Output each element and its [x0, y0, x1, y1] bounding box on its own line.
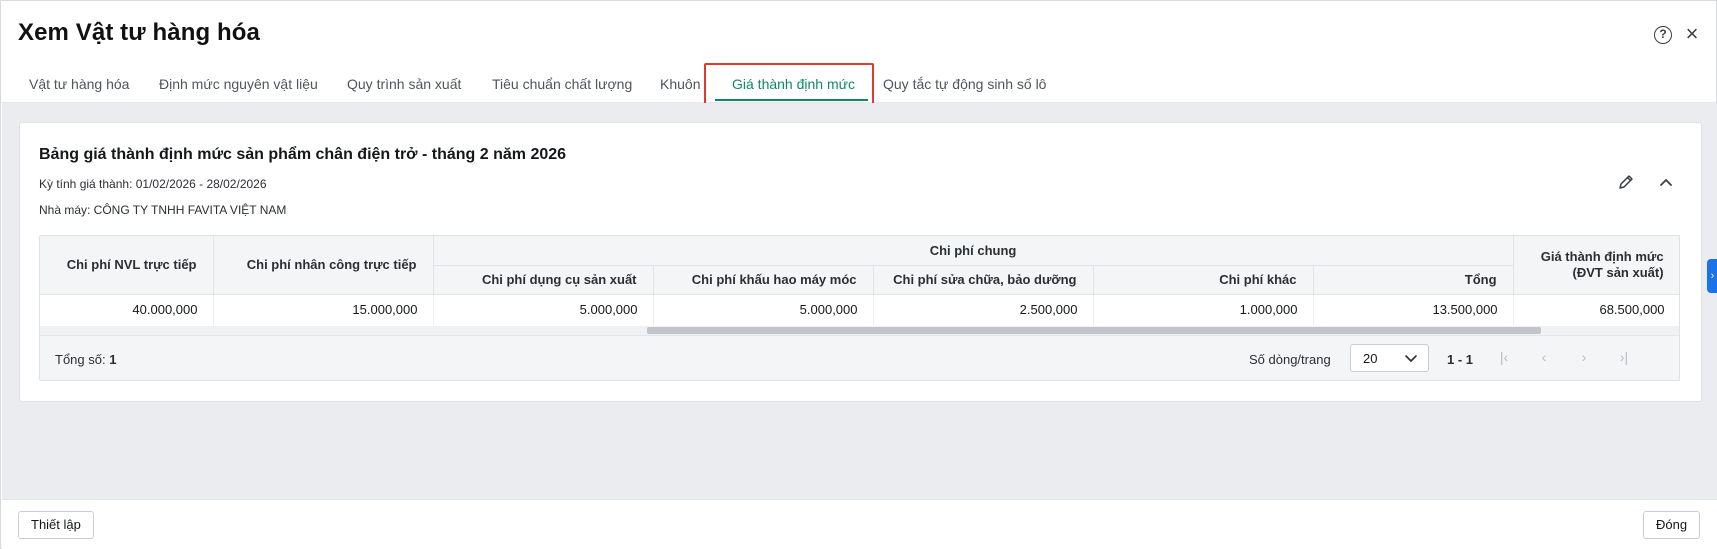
col-header-labor: Chi phí nhân công trực tiếp: [213, 236, 434, 295]
col-header-depreciation: Chi phí khấu hao máy móc: [653, 265, 874, 295]
tab-quality-standards[interactable]: Tiêu chuẩn chất lượng: [492, 76, 632, 92]
total-count: Tổng số: 1: [55, 352, 116, 367]
cell-other: 1.000,000: [1093, 294, 1314, 325]
side-expand-icon[interactable]: ›: [1707, 259, 1717, 293]
factory-name: Nhà máy: CÔNG TY TNHH FAVITA VIỆT NAM: [39, 203, 287, 217]
col-header-total: Tổng: [1313, 265, 1514, 295]
cell-depreciation: 5.000,000: [653, 294, 874, 325]
chevron-up-icon[interactable]: [1657, 173, 1675, 191]
col-header-overhead: Chi phí chung: [433, 236, 1514, 266]
prev-page-icon[interactable]: ‹: [1534, 347, 1554, 367]
close-icon[interactable]: ×: [1682, 23, 1702, 45]
cell-tools: 5.000,000: [433, 294, 654, 325]
close-button[interactable]: Đóng: [1643, 511, 1701, 539]
tab-highlight-box: [704, 63, 874, 108]
view-item-dialog: Xem Vật tư hàng hóa ? × Vật tư hàng hóa …: [0, 0, 1717, 549]
tab-mold[interactable]: Khuôn: [660, 76, 700, 92]
dialog-footer: Thiết lập Đóng: [2, 499, 1717, 549]
cost-table: Chi phí NVL trực tiếp Chi phí nhân công …: [39, 235, 1680, 381]
col-header-standard-cost-line2: (ĐVT sản xuất): [1572, 264, 1664, 280]
col-header-other: Chi phí khác: [1093, 265, 1314, 295]
rows-per-page-select[interactable]: 20: [1350, 344, 1429, 372]
cell-maintenance: 2.500,000: [873, 294, 1094, 325]
total-count-label: Tổng số:: [55, 352, 106, 367]
cost-period: Kỳ tính giá thành: 01/02/2026 - 28/02/20…: [39, 177, 267, 191]
rows-per-page-label: Số dòng/trang: [1249, 352, 1331, 367]
pencil-icon[interactable]: [1617, 173, 1635, 191]
cell-nvl: 40.000,000: [40, 294, 214, 325]
col-header-standard-cost: Giá thành định mức (ĐVT sản xuất): [1513, 236, 1679, 295]
col-header-tools: Chi phí dụng cụ sản xuất: [433, 265, 654, 295]
setup-button[interactable]: Thiết lập: [18, 511, 94, 539]
card-title: Bảng giá thành định mức sản phẩm chân đi…: [39, 146, 567, 163]
help-icon[interactable]: ?: [1654, 26, 1672, 44]
first-page-icon[interactable]: |‹: [1494, 347, 1514, 367]
tab-production-process[interactable]: Quy trình sản xuất: [347, 76, 461, 92]
standard-cost-card: Bảng giá thành định mức sản phẩm chân đi…: [19, 122, 1702, 402]
cell-labor: 15.000,000: [213, 294, 434, 325]
rows-per-page-value: 20: [1363, 351, 1378, 366]
cell-total: 13.500,000: [1313, 294, 1514, 325]
scrollbar-thumb[interactable]: [647, 327, 1541, 334]
tab-item-goods[interactable]: Vật tư hàng hóa: [29, 76, 129, 92]
col-header-nvl: Chi phí NVL trực tiếp: [40, 236, 214, 295]
tab-lot-number-rules[interactable]: Quy tắc tự động sinh số lô: [883, 76, 1046, 92]
dialog-title: Xem Vật tư hàng hóa: [18, 19, 260, 46]
pagination-bar: Tổng số: 1 Số dòng/trang 20 1 - 1 |‹ ‹ ›…: [40, 335, 1679, 380]
chevron-down-icon: [1405, 355, 1417, 362]
next-page-icon[interactable]: ›: [1574, 347, 1594, 367]
tab-material-norms[interactable]: Định mức nguyên vật liệu: [159, 76, 318, 92]
cell-standard-cost: 68.500,000: [1513, 294, 1679, 325]
total-count-value: 1: [109, 352, 117, 367]
col-header-maintenance: Chi phí sửa chữa, bảo dưỡng: [873, 265, 1094, 295]
col-header-standard-cost-line1: Giá thành định mức: [1540, 248, 1664, 264]
table-row[interactable]: 40.000,000 15.000,000 5.000,000 5.000,00…: [40, 294, 1679, 325]
last-page-icon[interactable]: ›|: [1614, 347, 1634, 367]
page-range: 1 - 1: [1447, 352, 1474, 367]
